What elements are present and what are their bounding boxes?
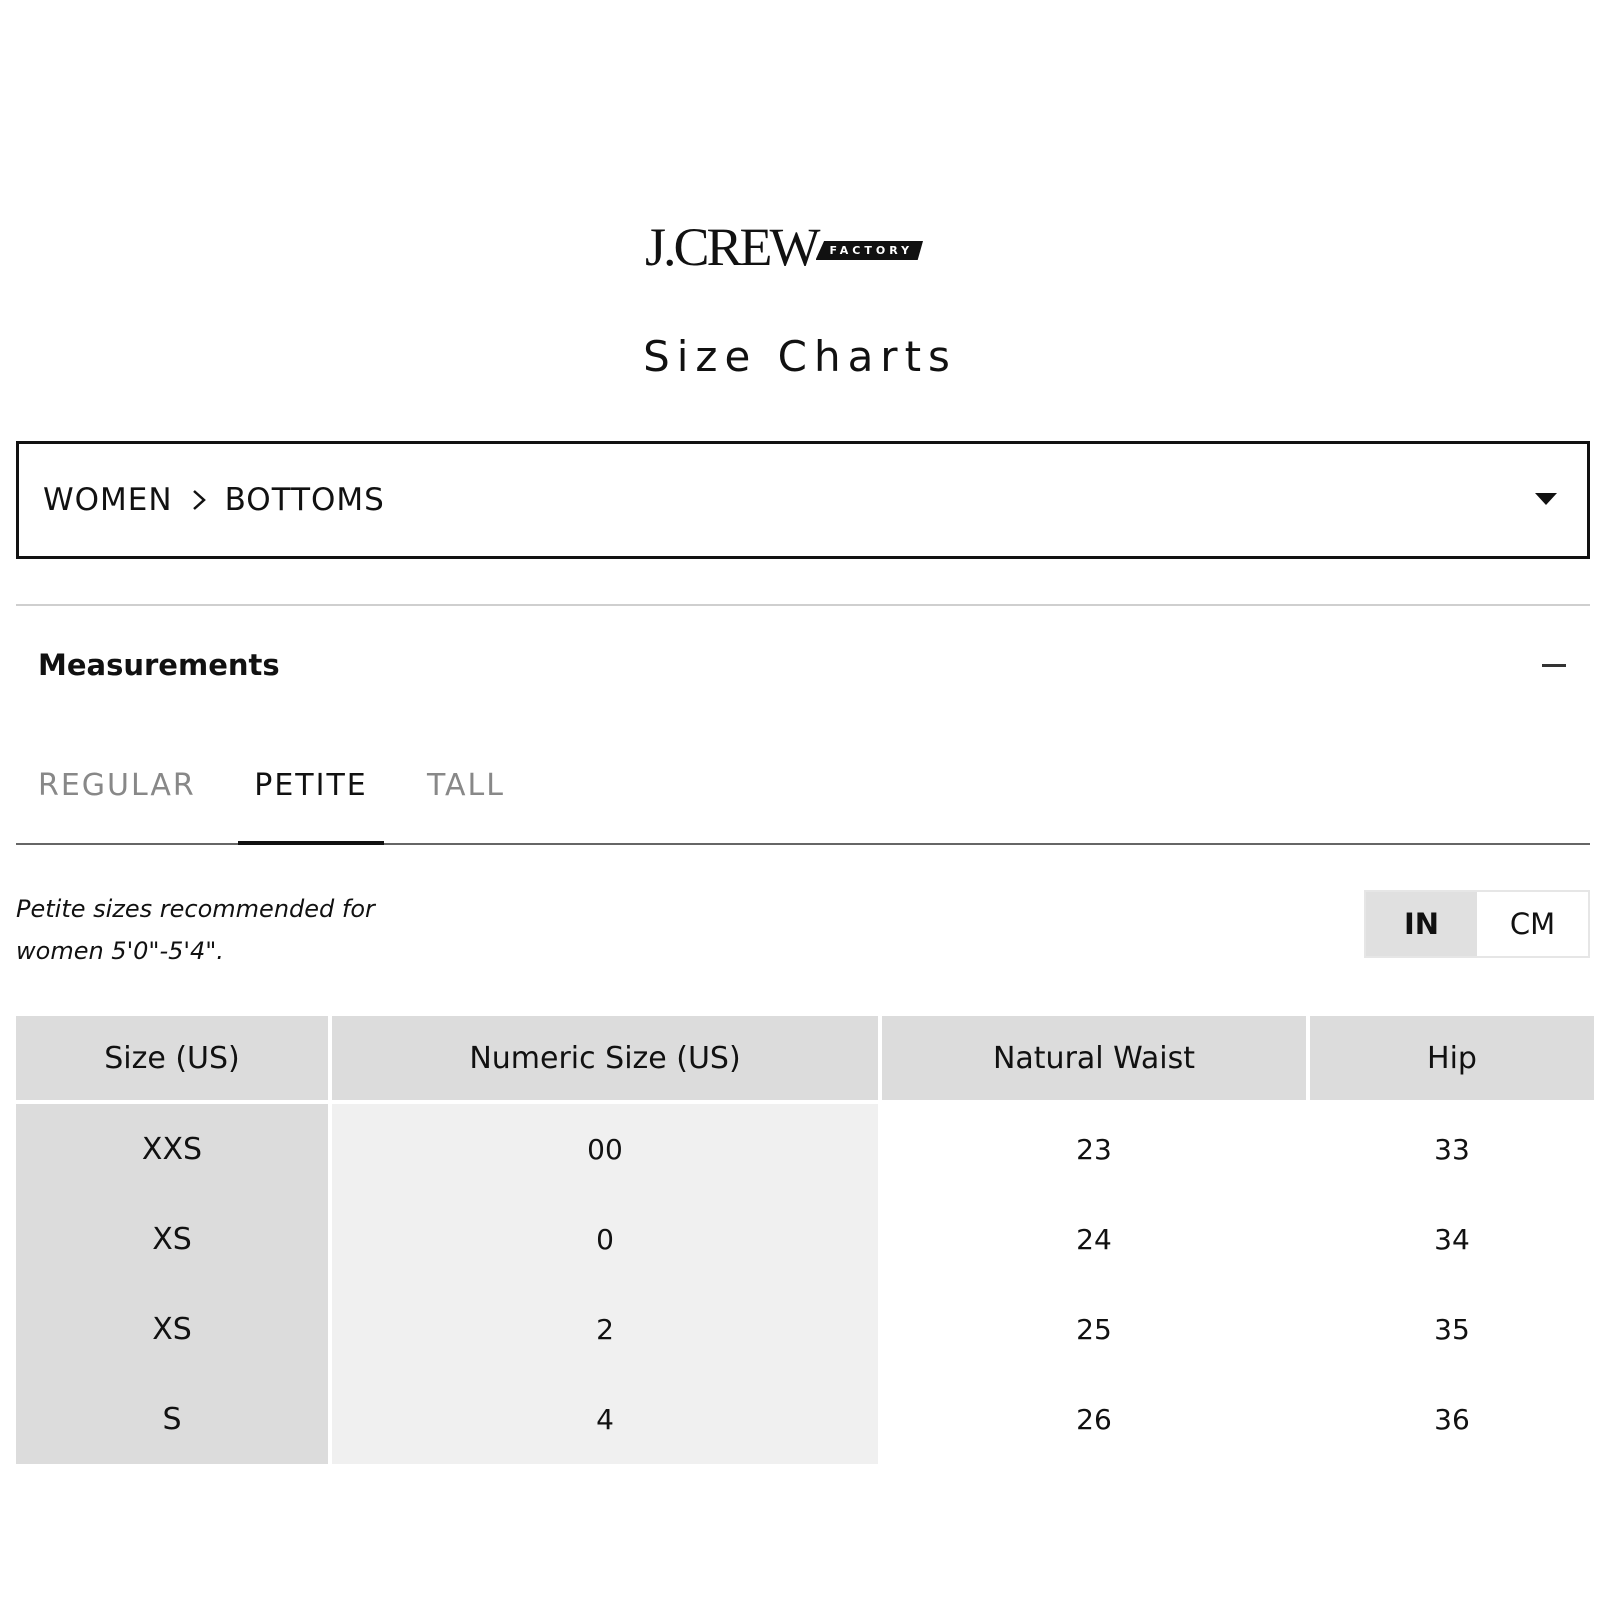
category-level1: WOMEN [43, 482, 173, 518]
cell-hip: 33 [1310, 1104, 1594, 1194]
header-numeric-size: Numeric Size (US) [332, 1016, 878, 1104]
collapse-minus-icon[interactable] [1542, 664, 1566, 667]
table-row: XS 0 24 34 [16, 1194, 1594, 1284]
cell-waist: 23 [882, 1104, 1306, 1194]
size-table: Size (US) Numeric Size (US) Natural Wais… [12, 1016, 1598, 1464]
tab-regular[interactable]: REGULAR [38, 750, 194, 843]
unit-toggle: IN CM [1364, 890, 1590, 958]
cell-hip: 36 [1310, 1374, 1594, 1464]
table-header-row: Size (US) Numeric Size (US) Natural Wais… [16, 1016, 1594, 1104]
section-title: Measurements [38, 648, 280, 682]
header-size-us: Size (US) [16, 1016, 328, 1104]
header-hip: Hip [1310, 1016, 1594, 1104]
cell-numeric: 00 [332, 1104, 878, 1194]
cell-hip: 35 [1310, 1284, 1594, 1374]
unit-in-button[interactable]: IN [1366, 892, 1477, 956]
fit-tabs: REGULAR PETITE TALL [16, 750, 1590, 845]
header-natural-waist: Natural Waist [882, 1016, 1306, 1104]
chevron-right-icon [191, 488, 207, 512]
page-title: Size Charts [643, 332, 957, 381]
brand-badge: FACTORY [815, 240, 924, 260]
table-row: S 4 26 36 [16, 1374, 1594, 1464]
cell-numeric: 4 [332, 1374, 878, 1464]
unit-cm-button[interactable]: CM [1477, 892, 1588, 956]
cell-waist: 26 [882, 1374, 1306, 1464]
tab-tall[interactable]: TALL [426, 750, 506, 843]
cell-waist: 25 [882, 1284, 1306, 1374]
tab-petite[interactable]: PETITE [238, 750, 384, 845]
cell-size: S [16, 1374, 328, 1464]
caret-down-icon [1535, 493, 1557, 505]
brand-wordmark: J.CREW [645, 217, 821, 277]
cell-size: XS [16, 1194, 328, 1284]
cell-hip: 34 [1310, 1194, 1594, 1284]
brand-logo[interactable]: J.CREW FACTORY [645, 214, 924, 277]
cell-size: XS [16, 1284, 328, 1374]
cell-waist: 24 [882, 1194, 1306, 1284]
fit-note: Petite sizes recommended for women 5'0"-… [16, 895, 375, 965]
cell-numeric: 0 [332, 1194, 878, 1284]
measurements-section-header[interactable]: Measurements [16, 640, 1590, 690]
cell-numeric: 2 [332, 1284, 878, 1374]
category-level2: BOTTOMS [224, 482, 385, 518]
cell-size: XXS [16, 1104, 328, 1194]
category-dropdown[interactable]: WOMEN BOTTOMS [16, 441, 1590, 559]
section-divider [16, 604, 1590, 606]
table-row: XXS 00 23 33 [16, 1104, 1594, 1194]
table-row: XS 2 25 35 [16, 1284, 1594, 1374]
